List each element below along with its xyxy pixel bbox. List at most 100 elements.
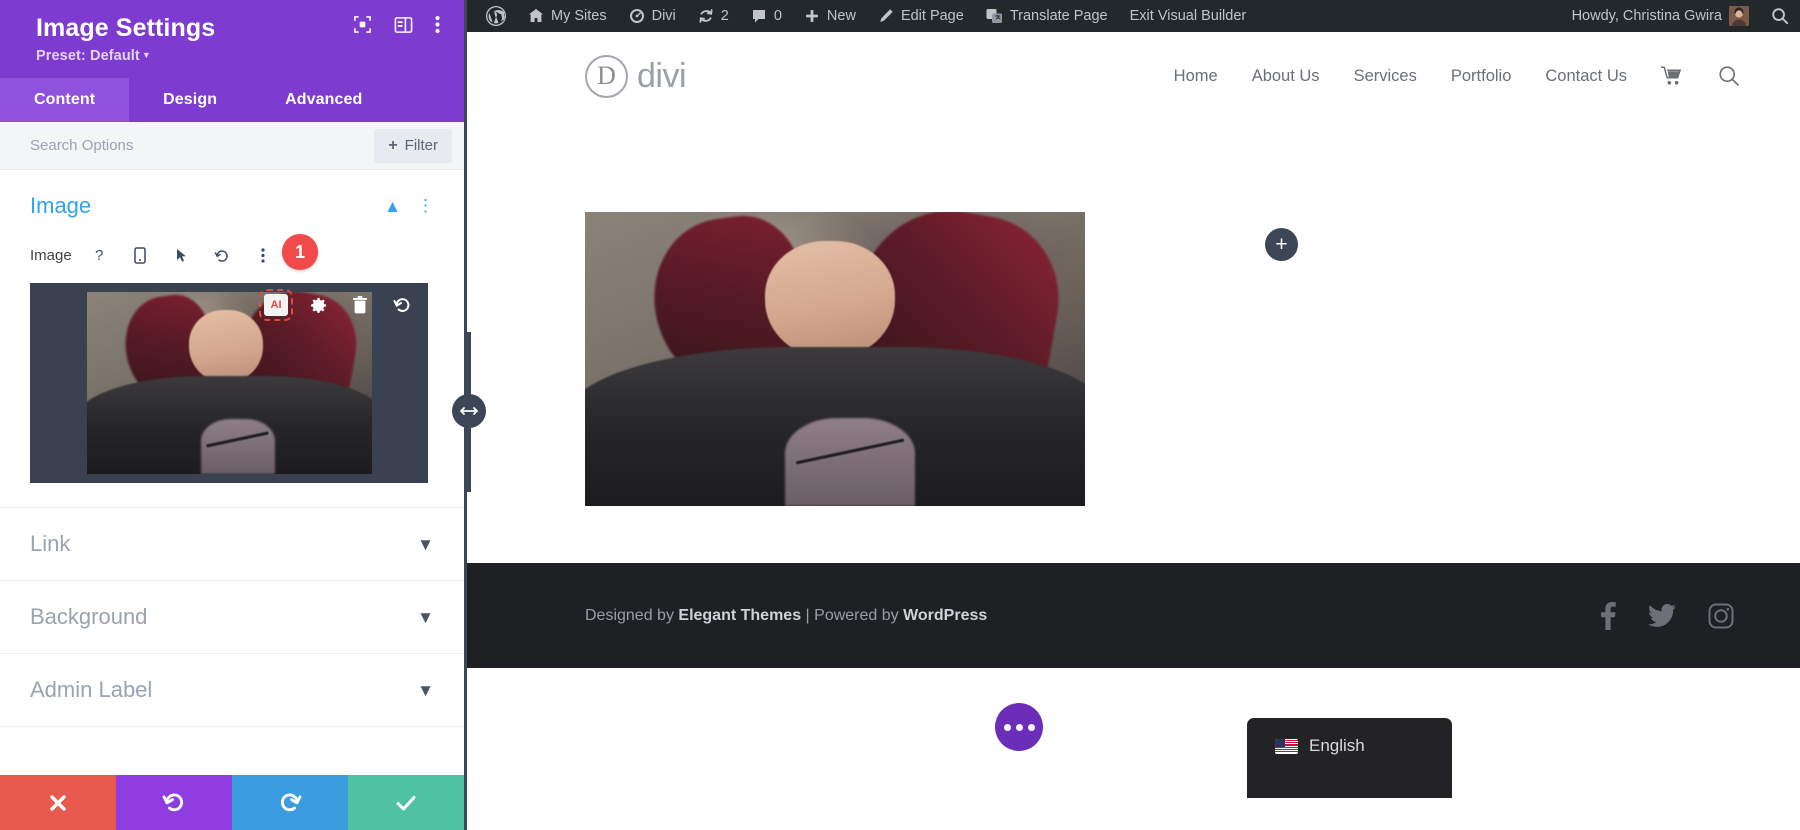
reset-icon[interactable] — [209, 242, 236, 269]
footer-social-links — [1600, 602, 1734, 630]
nav-item-about-us[interactable]: About Us — [1252, 67, 1320, 86]
wordpress-logo-icon[interactable] — [475, 0, 517, 32]
admin-bar-right: Howdy, Christina Gwira — [1561, 0, 1800, 32]
chevron-down-icon[interactable]: ▼ — [417, 682, 434, 699]
image-thumbnail — [87, 292, 372, 474]
kebab-menu-icon[interactable] — [435, 15, 440, 34]
footer-brand-elegant-themes[interactable]: Elegant Themes — [678, 607, 801, 624]
delete-trash-icon[interactable] — [348, 293, 372, 317]
fab-dot — [1004, 724, 1011, 731]
admin-bar-new[interactable]: New — [793, 0, 867, 32]
site-header: D divi Home About Us Services Portfolio … — [467, 32, 1800, 120]
preset-selector[interactable]: Preset: Default▼ — [36, 48, 442, 64]
admin-bar-comments[interactable]: 0 — [740, 0, 793, 32]
admin-bar-greeting: Howdy, Christina Gwira — [1572, 8, 1722, 24]
search-bar: + Filter — [0, 122, 464, 170]
responsive-mobile-icon[interactable] — [127, 242, 154, 269]
layout-panel-icon[interactable] — [394, 16, 413, 34]
admin-bar-my-sites-label: My Sites — [551, 8, 607, 24]
chevron-down-icon[interactable]: ▼ — [417, 536, 434, 553]
admin-bar-edit-page-label: Edit Page — [901, 8, 964, 24]
footer-prefix: Designed by — [585, 607, 678, 624]
language-switcher-label: English — [1309, 736, 1365, 756]
admin-bar-my-sites[interactable]: My Sites — [517, 0, 618, 32]
image-preview-toolbar: AI — [264, 293, 414, 317]
language-switcher[interactable]: English — [1247, 718, 1452, 798]
undo-reset-icon[interactable] — [390, 293, 414, 317]
fab-dot — [1028, 724, 1035, 731]
tab-content[interactable]: Content — [0, 78, 129, 122]
focus-frame-icon[interactable] — [353, 15, 372, 34]
more-options-icon[interactable] — [250, 242, 277, 269]
preset-label: Preset: Default — [36, 48, 140, 64]
tab-design[interactable]: Design — [129, 78, 251, 122]
generate-with-ai-button[interactable]: AI — [264, 294, 288, 316]
facebook-icon[interactable] — [1600, 602, 1616, 630]
us-flag-icon — [1275, 739, 1298, 754]
section-background: Background ▼ — [0, 581, 464, 654]
site-logo[interactable]: D divi — [585, 55, 686, 98]
footer-middle: Powered by — [814, 607, 903, 624]
admin-bar-updates-count: 2 — [721, 8, 729, 24]
panel-body: Image ▲ ⋮ Image ? — [0, 170, 464, 775]
chevron-down-icon[interactable]: ▼ — [417, 609, 434, 626]
admin-bar-translate-page-label: Translate Page — [1010, 8, 1108, 24]
fab-dot — [1016, 724, 1023, 731]
image-field-row: Image ? — [30, 242, 434, 283]
image-module[interactable] — [585, 212, 1085, 506]
instagram-icon[interactable] — [1708, 603, 1734, 629]
panel-header: Image Settings Preset: Default▼ — [0, 0, 464, 78]
section-link: Link ▼ — [0, 508, 464, 581]
undo-button[interactable] — [116, 775, 232, 830]
nav-item-home[interactable]: Home — [1174, 67, 1218, 86]
cart-icon[interactable] — [1661, 66, 1684, 86]
section-image-header[interactable]: Image ▲ ⋮ — [30, 170, 434, 242]
help-icon[interactable]: ? — [86, 242, 113, 269]
tab-advanced[interactable]: Advanced — [251, 78, 396, 122]
admin-bar-exit-visual-builder[interactable]: Exit Visual Builder — [1119, 0, 1258, 32]
section-background-header[interactable]: Background ▼ — [30, 581, 434, 653]
section-link-header[interactable]: Link ▼ — [30, 508, 434, 580]
save-changes-button[interactable] — [348, 775, 464, 830]
section-kebab-icon[interactable]: ⋮ — [417, 196, 434, 216]
admin-bar-translate-page[interactable]: Translate Page — [975, 0, 1119, 32]
filter-button[interactable]: + Filter — [374, 129, 452, 163]
filter-button-label: Filter — [405, 137, 438, 154]
admin-bar-account[interactable]: Howdy, Christina Gwira — [1561, 0, 1760, 32]
admin-bar-updates[interactable]: 2 — [687, 0, 740, 32]
section-admin-label-title: Admin Label — [30, 677, 152, 703]
cancel-changes-button[interactable] — [0, 775, 116, 830]
footer-separator: | — [801, 607, 814, 624]
search-icon[interactable] — [1718, 65, 1740, 87]
section-admin-label: Admin Label ▼ — [0, 654, 464, 727]
divi-settings-fab[interactable] — [995, 703, 1043, 751]
redo-button[interactable] — [232, 775, 348, 830]
plus-icon: + — [388, 137, 397, 155]
nav-item-services[interactable]: Services — [1354, 67, 1417, 86]
admin-bar-divi-label: Divi — [652, 8, 676, 24]
panel-resize-handle[interactable] — [452, 394, 486, 428]
section-image-title: Image — [30, 193, 91, 219]
site-nav: Home About Us Services Portfolio Contact… — [1174, 65, 1740, 87]
image-preview[interactable]: AI — [30, 283, 428, 483]
admin-bar-edit-page[interactable]: Edit Page — [867, 0, 975, 32]
admin-bar-divi[interactable]: Divi — [618, 0, 687, 32]
page-canvas: + — [467, 120, 1800, 563]
footer-brand-wordpress[interactable]: WordPress — [903, 607, 987, 624]
add-module-button[interactable]: + — [1265, 228, 1298, 261]
chevron-down-icon: ▼ — [142, 50, 151, 60]
twitter-icon[interactable] — [1648, 604, 1676, 628]
chevron-up-icon[interactable]: ▲ — [384, 198, 401, 215]
hover-cursor-icon[interactable] — [168, 242, 195, 269]
nav-item-portfolio[interactable]: Portfolio — [1451, 67, 1512, 86]
search-input[interactable] — [30, 137, 280, 154]
portrait-photo-large — [585, 212, 1085, 506]
section-admin-label-header[interactable]: Admin Label ▼ — [30, 654, 434, 726]
panel-header-icons — [353, 15, 440, 34]
below-footer-area: English — [467, 668, 1800, 830]
admin-bar-search-icon[interactable] — [1760, 0, 1800, 32]
settings-gear-icon[interactable] — [306, 293, 330, 317]
nav-item-contact-us[interactable]: Contact Us — [1545, 67, 1627, 86]
step-badge-1: 1 — [282, 234, 318, 270]
logo-mark: D — [585, 55, 628, 98]
